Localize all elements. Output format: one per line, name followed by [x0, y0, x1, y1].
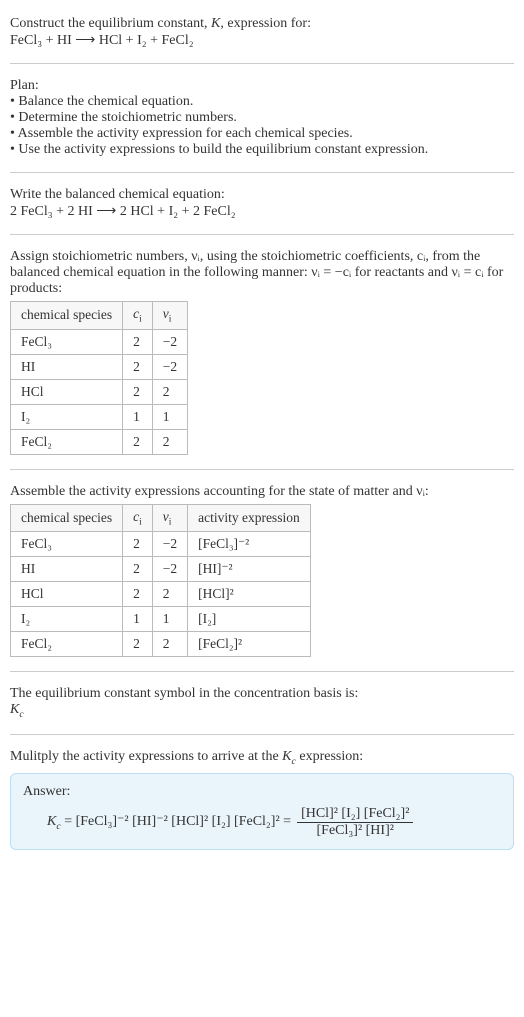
- cell-c: 1: [123, 607, 153, 632]
- cell-v: 1: [152, 607, 187, 632]
- cell-species: FeCl₃: [11, 329, 123, 354]
- answer-fraction: [HCl]² [I₂] [FeCl₂]² [FeCl₃]² [HI]²: [297, 806, 413, 839]
- col-c: ci: [123, 302, 153, 330]
- table-row: I₂11: [11, 404, 188, 429]
- multiply-suffix: expression:: [296, 749, 363, 764]
- balanced-section: Write the balanced chemical equation: 2 …: [10, 179, 514, 228]
- cell-species: HI: [11, 354, 123, 379]
- cell-c: 2: [123, 379, 153, 404]
- plan-item-4: • Use the activity expressions to build …: [10, 142, 514, 158]
- cell-expr: [FeCl₂]²: [188, 632, 311, 657]
- table-row: HI2−2: [11, 354, 188, 379]
- table-header-row: chemical species ci νi: [11, 302, 188, 330]
- cell-species: HI: [11, 557, 123, 582]
- assign-text: Assign stoichiometric numbers, νᵢ, using…: [10, 249, 514, 297]
- cell-c: 2: [123, 582, 153, 607]
- intro-section: Construct the equilibrium constant, K, e…: [10, 8, 514, 57]
- activity-table: chemical species ci νi activity expressi…: [10, 504, 311, 658]
- cell-c: 2: [123, 557, 153, 582]
- table-row: HCl22: [11, 379, 188, 404]
- intro-equation: FeCl₃ + HI ⟶ HCl + I₂ + FeCl₂: [10, 32, 514, 49]
- cell-species: I₂: [11, 404, 123, 429]
- table-header-row: chemical species ci νi activity expressi…: [11, 504, 311, 532]
- intro-text-prefix: Construct the equilibrium constant,: [10, 16, 211, 31]
- col-c: ci: [123, 504, 153, 532]
- col-v: νi: [152, 504, 187, 532]
- cell-c: 2: [123, 429, 153, 454]
- col-species: chemical species: [11, 302, 123, 330]
- cell-v: −2: [152, 557, 187, 582]
- table-row: FeCl₂22[FeCl₂]²: [11, 632, 311, 657]
- divider: [10, 469, 514, 470]
- cell-expr: [HI]⁻²: [188, 557, 311, 582]
- cell-species: FeCl₃: [11, 532, 123, 557]
- answer-label: Answer:: [23, 784, 501, 800]
- table-row: I₂11[I₂]: [11, 607, 311, 632]
- plan-item-2: • Determine the stoichiometric numbers.: [10, 110, 514, 126]
- plan-heading: Plan:: [10, 78, 514, 94]
- cell-c: 1: [123, 404, 153, 429]
- cell-v: 2: [152, 379, 187, 404]
- divider: [10, 671, 514, 672]
- plan-item-1: • Balance the chemical equation.: [10, 94, 514, 110]
- kc-symbol-text: The equilibrium constant symbol in the c…: [10, 686, 514, 702]
- intro-line: Construct the equilibrium constant, K, e…: [10, 16, 514, 32]
- table-row: FeCl₃2−2[FeCl₃]⁻²: [11, 532, 311, 557]
- cell-v: −2: [152, 329, 187, 354]
- col-expr: activity expression: [188, 504, 311, 532]
- answer-lhs: Kc = [FeCl₃]⁻² [HI]⁻² [HCl]² [I₂] [FeCl₂…: [47, 813, 291, 832]
- col-species: chemical species: [11, 504, 123, 532]
- col-v: νi: [152, 302, 187, 330]
- cell-v: 2: [152, 429, 187, 454]
- cell-v: 2: [152, 632, 187, 657]
- cell-species: FeCl₂: [11, 632, 123, 657]
- intro-text-suffix: , expression for:: [220, 16, 311, 31]
- multiply-kc: Kc: [282, 749, 296, 764]
- divider: [10, 734, 514, 735]
- activity-section: Assemble the activity expressions accoun…: [10, 476, 514, 666]
- divider: [10, 63, 514, 64]
- table-row: FeCl₂22: [11, 429, 188, 454]
- kc-symbol: Kc: [10, 702, 514, 720]
- multiply-prefix: Mulitply the activity expressions to arr…: [10, 749, 282, 764]
- cell-v: 2: [152, 582, 187, 607]
- cell-species: FeCl₂: [11, 429, 123, 454]
- balanced-equation: 2 FeCl₃ + 2 HI ⟶ 2 HCl + I₂ + 2 FeCl₂: [10, 203, 514, 220]
- balanced-heading: Write the balanced chemical equation:: [10, 187, 514, 203]
- divider: [10, 172, 514, 173]
- cell-species: HCl: [11, 379, 123, 404]
- answer-denominator: [FeCl₃]² [HI]²: [297, 823, 413, 839]
- table-row: HI2−2[HI]⁻²: [11, 557, 311, 582]
- activity-text: Assemble the activity expressions accoun…: [10, 484, 514, 500]
- multiply-section: Mulitply the activity expressions to arr…: [10, 741, 514, 858]
- divider: [10, 234, 514, 235]
- kc-symbol-section: The equilibrium constant symbol in the c…: [10, 678, 514, 728]
- cell-c: 2: [123, 632, 153, 657]
- cell-v: −2: [152, 354, 187, 379]
- answer-expression: Kc = [FeCl₃]⁻² [HI]⁻² [HCl]² [I₂] [FeCl₂…: [23, 806, 501, 839]
- plan-section: Plan: • Balance the chemical equation. •…: [10, 70, 514, 166]
- cell-species: HCl: [11, 582, 123, 607]
- cell-expr: [HCl]²: [188, 582, 311, 607]
- intro-k: K: [211, 16, 220, 31]
- stoich-table: chemical species ci νi FeCl₃2−2 HI2−2 HC…: [10, 301, 188, 455]
- answer-numerator: [HCl]² [I₂] [FeCl₂]²: [297, 806, 413, 823]
- plan-item-3: • Assemble the activity expression for e…: [10, 126, 514, 142]
- cell-c: 2: [123, 354, 153, 379]
- cell-species: I₂: [11, 607, 123, 632]
- cell-expr: [I₂]: [188, 607, 311, 632]
- table-row: FeCl₃2−2: [11, 329, 188, 354]
- table-row: HCl22[HCl]²: [11, 582, 311, 607]
- cell-expr: [FeCl₃]⁻²: [188, 532, 311, 557]
- cell-v: −2: [152, 532, 187, 557]
- answer-box: Answer: Kc = [FeCl₃]⁻² [HI]⁻² [HCl]² [I₂…: [10, 773, 514, 850]
- cell-v: 1: [152, 404, 187, 429]
- cell-c: 2: [123, 532, 153, 557]
- cell-c: 2: [123, 329, 153, 354]
- multiply-text: Mulitply the activity expressions to arr…: [10, 749, 514, 767]
- assign-section: Assign stoichiometric numbers, νᵢ, using…: [10, 241, 514, 463]
